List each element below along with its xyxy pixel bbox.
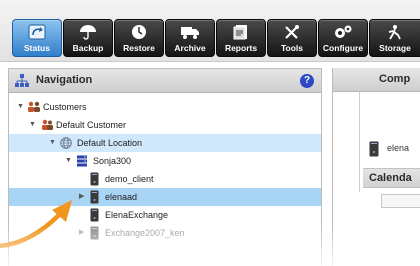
clock-icon [115, 23, 163, 41]
expand-arrow-icon[interactable]: ▶ [79, 188, 84, 206]
tree-item-elenaexchange[interactable]: ElenaExchange [9, 206, 321, 224]
tree-item-label: Default Customer [56, 120, 127, 130]
tree-item-label: elenaad [105, 192, 138, 202]
computer-panel-header: Comp [333, 68, 420, 92]
tools-button-label: Tools [280, 43, 304, 53]
configure-button-label: Configure [322, 43, 364, 53]
calendar-header: Calenda [363, 168, 420, 188]
client-icon [369, 141, 379, 157]
expand-toggle-icon[interactable]: ▼ [17, 98, 24, 116]
client-icon [90, 190, 102, 204]
customer-icon [40, 119, 53, 131]
client-icon [90, 172, 102, 186]
calendar-control[interactable] [381, 194, 420, 208]
gears-icon [319, 23, 367, 41]
tree-item-label: ElenaExchange [105, 210, 169, 220]
help-icon[interactable]: ? [300, 74, 314, 88]
panel-divider [359, 92, 360, 192]
backup-button-label: Backup [72, 43, 104, 53]
main-toolbar: Status Backup Restore Archive Reports To… [0, 0, 420, 62]
archive-button[interactable]: Archive [165, 19, 215, 57]
expand-toggle-icon[interactable]: ▼ [49, 134, 56, 152]
globe-icon [60, 137, 72, 149]
storage-button-label: Storage [379, 43, 411, 53]
tree-item-default-customer[interactable]: ▼ Default Customer [9, 116, 321, 134]
navigation-header: Navigation ? [9, 69, 321, 93]
tree-item-elenaad[interactable]: ▶ elenaad [9, 188, 321, 206]
tools-button[interactable]: Tools [267, 19, 317, 57]
tree-item-label: Customers [43, 102, 87, 112]
tree-item-label: Sonja300 [93, 156, 132, 166]
tree-item-sonja300[interactable]: ▼ Sonja300 [9, 152, 321, 170]
client-icon [90, 208, 102, 222]
tree-item-customers[interactable]: ▼ Customers [9, 98, 321, 116]
status-icon [13, 23, 61, 41]
reports-icon [217, 23, 265, 41]
tree-item-label: Default Location [77, 138, 143, 148]
reports-button-label: Reports [224, 43, 258, 53]
storage-button[interactable]: Storage [369, 19, 420, 57]
umbrella-icon [64, 23, 112, 41]
truck-icon [166, 23, 214, 41]
computer-panel: Comp elena Calenda [332, 68, 420, 266]
navigation-panel: Navigation ? ▼ Customers ▼ Default Custo… [8, 68, 322, 266]
restore-button-label: Restore [123, 43, 155, 53]
navigation-icon [15, 74, 29, 88]
tree-item-default-location[interactable]: ▼ Default Location [9, 134, 321, 152]
reports-button[interactable]: Reports [216, 19, 266, 57]
archive-button-label: Archive [174, 43, 206, 53]
restore-button[interactable]: Restore [114, 19, 164, 57]
computer-item-label[interactable]: elena [387, 143, 409, 153]
expand-toggle-icon[interactable]: ▼ [65, 152, 72, 170]
tree-item-label: demo_client [105, 174, 154, 184]
storage-icon [370, 23, 420, 41]
calendar-title: Calenda [369, 172, 412, 184]
configure-button[interactable]: Configure [318, 19, 368, 57]
backup-button[interactable]: Backup [63, 19, 113, 57]
server-icon [76, 155, 88, 167]
tree-item-demo-client[interactable]: demo_client [9, 170, 321, 188]
tree-item-label: Exchange2007_ken [105, 228, 185, 238]
expand-arrow-icon[interactable]: ▶ [79, 224, 84, 242]
status-button-label: Status [24, 43, 50, 53]
navigation-tree: ▼ Customers ▼ Default Customer ▼ Default… [9, 94, 321, 266]
status-button[interactable]: Status [12, 19, 62, 57]
tools-icon [268, 23, 316, 41]
computer-panel-title: Comp [379, 73, 411, 85]
tree-item-exchange2007-ken[interactable]: ▶ Exchange2007_ken [9, 224, 321, 242]
expand-toggle-icon[interactable]: ▼ [29, 116, 36, 134]
client-icon [90, 226, 102, 240]
customers-icon [27, 101, 40, 113]
navigation-title: Navigation [36, 74, 93, 86]
